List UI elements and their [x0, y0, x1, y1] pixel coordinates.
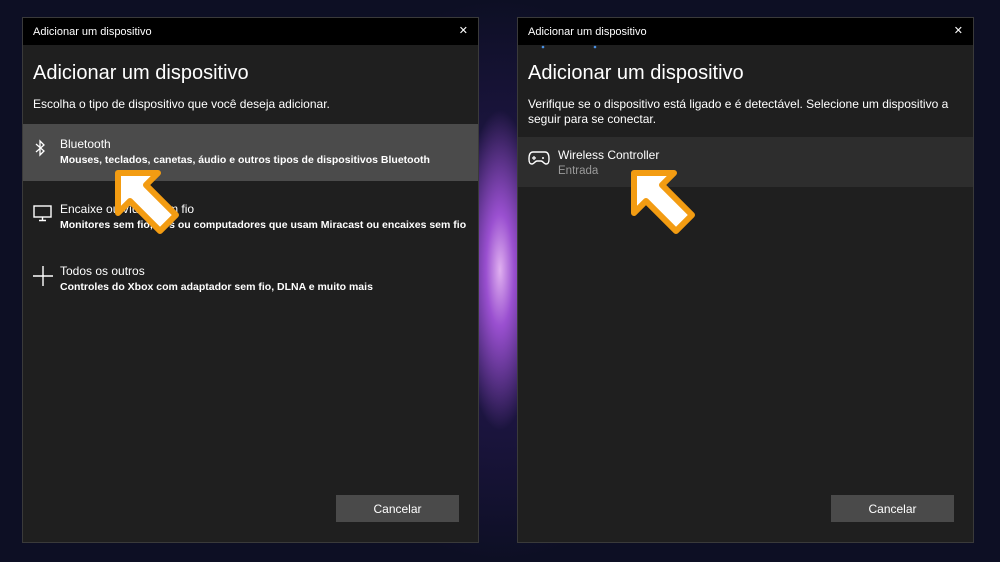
device-name: Wireless Controller — [558, 148, 660, 162]
title-bar: Adicionar um dispositivo ✕ — [518, 18, 973, 45]
option-wireless-display[interactable]: Encaixe ou vídeo sem fio Monitores sem f… — [23, 189, 478, 246]
plus-icon — [33, 264, 60, 286]
window-title: Adicionar um dispositivo — [33, 25, 152, 38]
add-device-dialog-left: Adicionar um dispositivo ✕ Adicionar um … — [22, 17, 479, 543]
pointer-arrow-icon — [631, 170, 695, 234]
description: Escolha o tipo de dispositivo que você d… — [33, 97, 330, 111]
device-list-item[interactable]: Wireless Controller Entrada — [518, 137, 973, 187]
option-everything-else[interactable]: Todos os outros Controles do Xbox com ad… — [23, 251, 478, 308]
window-title: Adicionar um dispositivo — [528, 25, 647, 38]
add-device-dialog-right: Adicionar um dispositivo ✕ Adicionar um … — [517, 17, 974, 543]
page-title: Adicionar um dispositivo — [528, 62, 744, 84]
description: Verifique se o dispositivo está ligado e… — [528, 97, 949, 126]
title-bar: Adicionar um dispositivo ✕ — [23, 18, 478, 45]
option-subtitle: Controles do Xbox com adaptador sem fio,… — [60, 281, 373, 293]
monitor-icon — [33, 202, 60, 222]
option-title: Bluetooth — [60, 137, 111, 151]
cancel-button[interactable]: Cancelar — [336, 495, 459, 522]
close-icon[interactable]: ✕ — [459, 26, 468, 37]
option-title: Todos os outros — [60, 264, 145, 278]
gamepad-icon — [528, 148, 558, 166]
page-title: Adicionar um dispositivo — [33, 62, 249, 84]
cancel-button[interactable]: Cancelar — [831, 495, 954, 522]
close-icon[interactable]: ✕ — [954, 26, 963, 37]
progress-dots-icon — [541, 45, 597, 49]
option-bluetooth[interactable]: Bluetooth Mouses, teclados, canetas, áud… — [23, 124, 478, 181]
bluetooth-icon — [33, 137, 60, 157]
pointer-arrow-icon — [115, 170, 179, 234]
